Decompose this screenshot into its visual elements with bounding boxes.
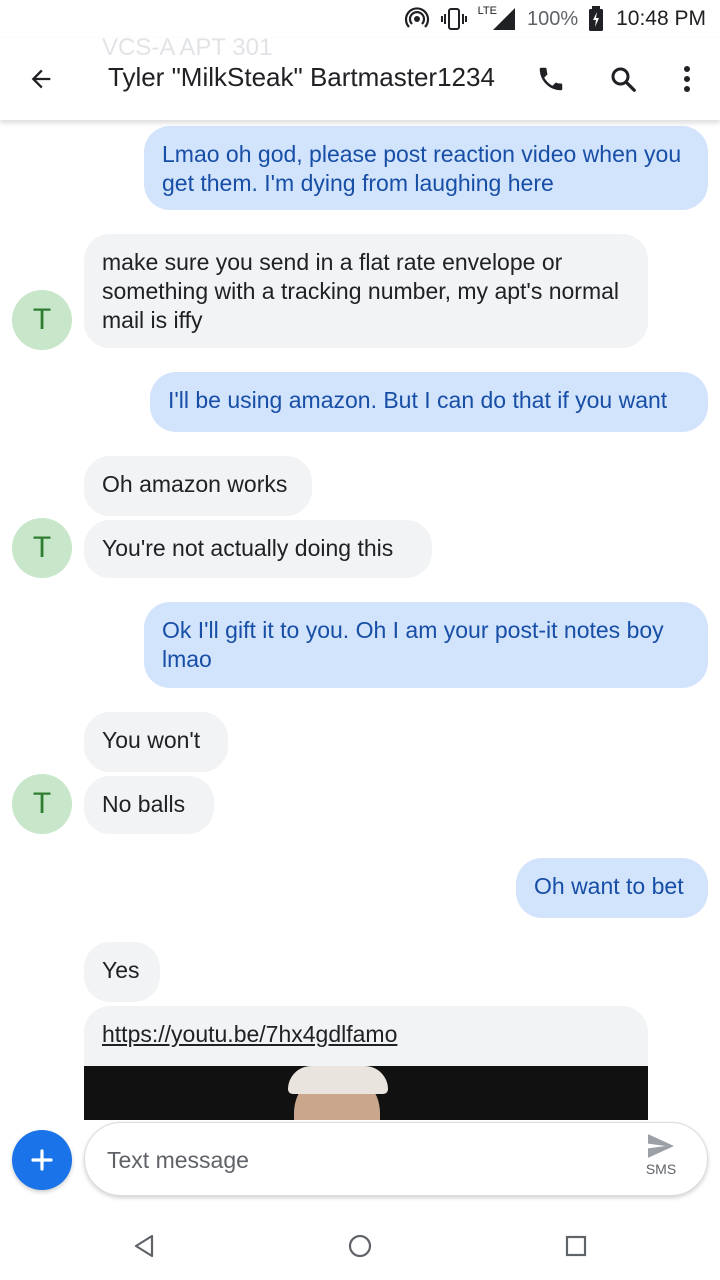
nav-back-icon <box>134 1234 154 1258</box>
message-bubble-incoming[interactable]: make sure you send in a flat rate envelo… <box>84 234 648 348</box>
contact-name[interactable]: Tyler "MilkSteak" Bartmaster1234 <box>108 62 495 93</box>
system-nav-bar <box>0 1208 720 1280</box>
add-attachment-button[interactable] <box>12 1130 72 1190</box>
network-type-label: LTE <box>477 5 497 17</box>
phone-icon <box>539 67 563 91</box>
video-thumbnail[interactable] <box>84 1066 648 1120</box>
send-icon <box>648 1134 674 1158</box>
message-bubble-incoming[interactable]: No balls <box>84 776 214 834</box>
conversation-app-bar: VCS-A APT 301 Tyler "MilkSteak" Bartmast… <box>0 38 720 120</box>
nav-home-icon <box>348 1234 372 1258</box>
message-bubble-incoming[interactable]: You won't <box>84 712 228 772</box>
contact-avatar[interactable]: T <box>12 774 72 834</box>
message-bubble-outgoing[interactable]: Lmao oh god, please post reaction video … <box>144 126 708 210</box>
message-bubble-outgoing[interactable]: Ok I'll gift it to you. Oh I am your pos… <box>144 602 708 688</box>
youtube-link[interactable]: https://youtu.be/7hx4gdlfamo <box>102 1021 397 1047</box>
clock: 10:48 PM <box>616 7 706 30</box>
message-input[interactable] <box>107 1143 607 1177</box>
search-icon <box>611 67 636 92</box>
message-bubble-incoming[interactable]: You're not actually doing this <box>84 520 432 578</box>
message-bubble-outgoing[interactable]: I'll be using amazon. But I can do that … <box>150 372 708 432</box>
hotspot-icon <box>404 6 430 32</box>
nav-recents-button[interactable] <box>556 1226 596 1266</box>
message-bubble-incoming[interactable]: Oh amazon works <box>84 456 312 516</box>
nav-back-button[interactable] <box>124 1226 164 1266</box>
plus-icon <box>31 1149 53 1171</box>
send-type-label: SMS <box>645 1161 677 1177</box>
search-button[interactable] <box>600 56 646 102</box>
send-sms-button[interactable]: SMS <box>639 1133 683 1187</box>
arrow-back-icon <box>31 69 51 89</box>
back-button[interactable] <box>18 56 64 102</box>
contact-avatar[interactable]: T <box>12 518 72 578</box>
call-button[interactable] <box>528 56 574 102</box>
battery-percent: 100% <box>526 7 579 30</box>
thumbnail-person-hair <box>288 1066 388 1094</box>
message-bubble-outgoing[interactable]: Oh want to bet <box>516 858 708 918</box>
more-vert-icon <box>684 66 690 92</box>
battery-charging-icon <box>588 6 604 32</box>
ghost-title: VCS-A APT 301 <box>102 38 273 61</box>
nav-home-button[interactable] <box>340 1226 380 1266</box>
signal-icon: LTE <box>477 5 517 32</box>
message-list[interactable]: Lmao oh god, please post reaction video … <box>0 120 720 1120</box>
status-bar: LTE 100% 10:48 PM <box>0 0 720 38</box>
more-options-button[interactable] <box>664 56 710 102</box>
compose-bar: SMS <box>84 1122 708 1196</box>
message-bubble-incoming[interactable]: Yes <box>84 942 160 1002</box>
vibrate-icon <box>440 6 468 32</box>
nav-recents-icon <box>565 1235 587 1257</box>
contact-avatar[interactable]: T <box>12 290 72 350</box>
